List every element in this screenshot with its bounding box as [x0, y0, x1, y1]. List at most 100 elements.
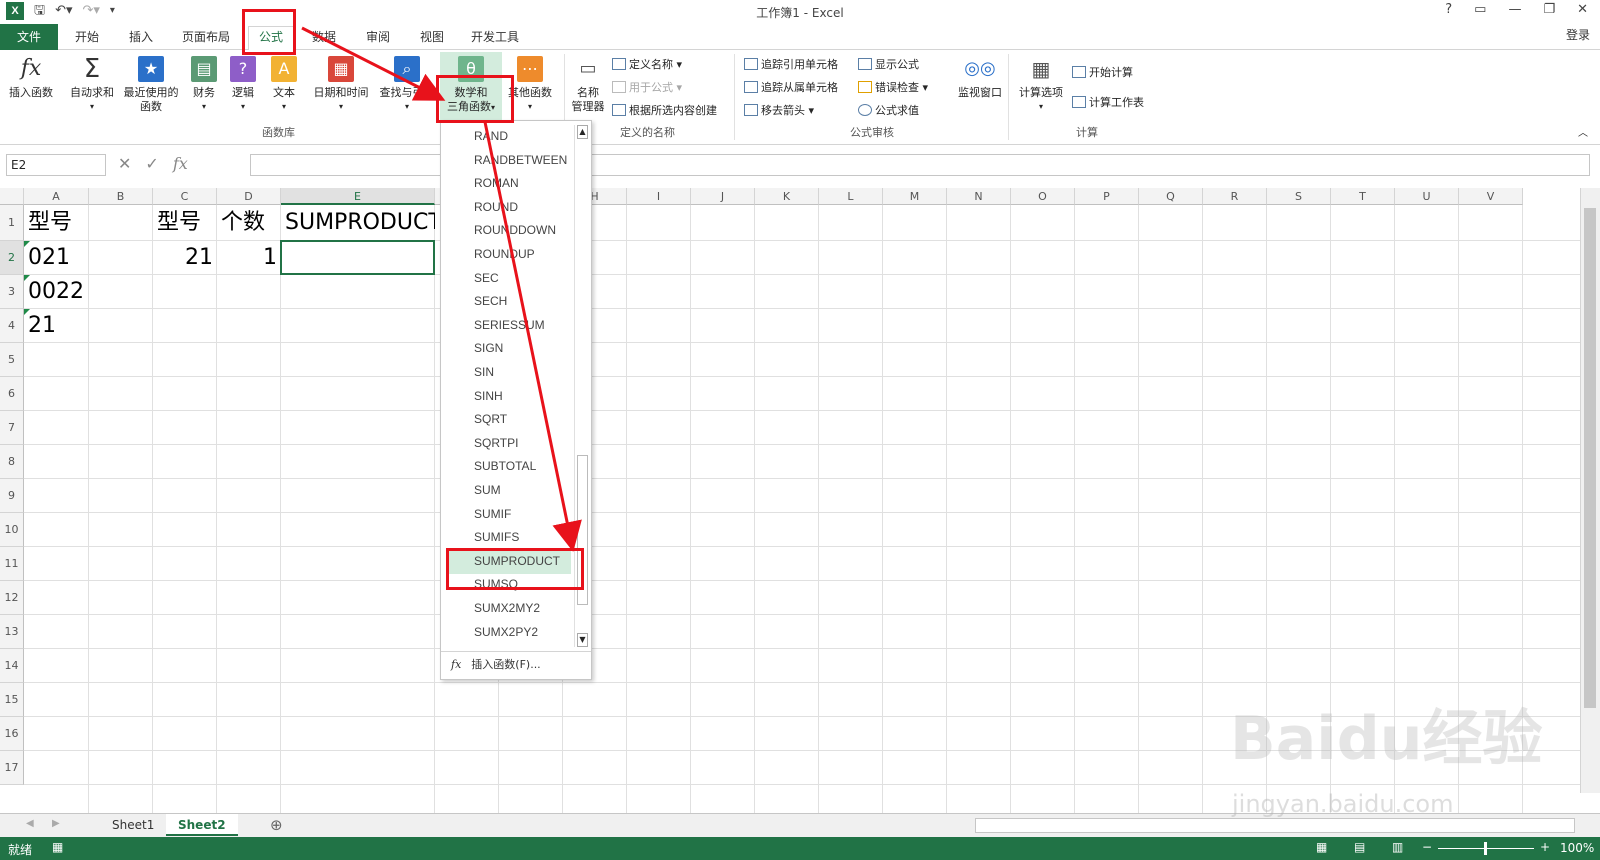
- row-header-3[interactable]: 3: [0, 275, 24, 309]
- cell-d2[interactable]: 1: [219, 243, 277, 275]
- calculation-options-button[interactable]: ▦ 计算选项 ▾: [1014, 56, 1068, 114]
- help-icon[interactable]: ?: [1445, 2, 1452, 17]
- active-cell-e2[interactable]: [280, 240, 435, 275]
- column-header-v[interactable]: V: [1459, 188, 1523, 205]
- scroll-down-icon[interactable]: ▼: [577, 633, 588, 647]
- function-item-roundup[interactable]: ROUNDUP: [441, 243, 573, 267]
- macro-record-icon[interactable]: ▦: [52, 840, 63, 854]
- zoom-level[interactable]: 100%: [1560, 841, 1594, 855]
- function-item-sign[interactable]: SIGN: [441, 337, 573, 361]
- collapse-ribbon-icon[interactable]: ︿: [1578, 124, 1588, 139]
- row-header-7[interactable]: 7: [0, 411, 24, 445]
- function-item-sumx2py2[interactable]: SUMX2PY2: [441, 621, 573, 645]
- name-manager-button[interactable]: ▭ 名称 管理器: [568, 56, 608, 114]
- column-header-l[interactable]: L: [819, 188, 883, 205]
- login-link[interactable]: 登录: [1566, 26, 1590, 43]
- row-header-1[interactable]: 1: [0, 205, 24, 241]
- enter-icon[interactable]: ✓: [145, 154, 158, 173]
- insert-function-fx-icon[interactable]: fx: [173, 154, 188, 173]
- column-header-m[interactable]: M: [883, 188, 947, 205]
- cell-a3[interactable]: 0022: [28, 277, 84, 309]
- column-header-d[interactable]: D: [217, 188, 281, 205]
- normal-view-icon[interactable]: ▦: [1316, 840, 1327, 854]
- column-header-t[interactable]: T: [1331, 188, 1395, 205]
- tab-home[interactable]: 开始: [75, 28, 99, 50]
- evaluate-formula-button[interactable]: 公式求值: [858, 102, 919, 118]
- datetime-button[interactable]: ▦ 日期和时间 ▾: [308, 56, 374, 114]
- column-header-q[interactable]: Q: [1139, 188, 1203, 205]
- add-sheet-icon[interactable]: ⊕: [258, 814, 295, 836]
- column-header-p[interactable]: P: [1075, 188, 1139, 205]
- remove-arrows-button[interactable]: 移去箭头 ▾: [744, 102, 814, 118]
- show-formulas-button[interactable]: 显示公式: [858, 56, 919, 72]
- function-item-sin[interactable]: SIN: [441, 361, 573, 385]
- cell-c1[interactable]: 型号: [157, 207, 201, 241]
- ribbon-display-icon[interactable]: ▭: [1474, 2, 1486, 17]
- row-header-4[interactable]: 4: [0, 309, 24, 343]
- trace-precedents-button[interactable]: 追踪引用单元格: [744, 56, 838, 72]
- cancel-icon[interactable]: ✕: [118, 154, 131, 173]
- error-checking-button[interactable]: 错误检查 ▾: [858, 79, 928, 95]
- function-item-randbetween[interactable]: RANDBETWEEN: [441, 149, 573, 173]
- row-header-2[interactable]: 2: [0, 241, 24, 275]
- recent-functions-button[interactable]: ★ 最近使用的 函数: [120, 56, 182, 114]
- calculate-now-button[interactable]: 开始计算: [1072, 64, 1133, 80]
- sheet-tab-sheet1[interactable]: Sheet1: [100, 814, 166, 836]
- name-box[interactable]: E2: [6, 154, 106, 176]
- define-name-button[interactable]: 定义名称 ▾: [612, 56, 682, 72]
- row-header-17[interactable]: 17: [0, 751, 24, 785]
- cell-a2[interactable]: 021: [28, 243, 70, 275]
- insert-function-menu-item[interactable]: fx 插入函数(F)...: [441, 651, 591, 679]
- horizontal-scrollbar[interactable]: [975, 818, 1575, 833]
- insert-function-button[interactable]: fx 插入函数: [4, 56, 58, 100]
- function-item-sumif[interactable]: SUMIF: [441, 503, 573, 527]
- watch-window-button[interactable]: ◎◎ 监视窗口: [954, 56, 1006, 100]
- autosum-button[interactable]: Σ 自动求和 ▾: [66, 56, 118, 114]
- column-header-a[interactable]: A: [24, 188, 89, 205]
- tab-developer[interactable]: 开发工具: [471, 28, 519, 50]
- function-item-sinh[interactable]: SINH: [441, 385, 573, 409]
- row-header-15[interactable]: 15: [0, 683, 24, 717]
- next-sheet-icon[interactable]: ▶: [52, 818, 60, 829]
- text-functions-button[interactable]: A 文本 ▾: [268, 56, 300, 114]
- restore-icon[interactable]: ❐: [1543, 2, 1555, 17]
- function-item-round[interactable]: ROUND: [441, 196, 573, 220]
- function-item-rounddown[interactable]: ROUNDDOWN: [441, 219, 573, 243]
- function-item-subtotal[interactable]: SUBTOTAL: [441, 455, 573, 479]
- financial-button[interactable]: ▤ 财务 ▾: [186, 56, 222, 114]
- column-header-k[interactable]: K: [755, 188, 819, 205]
- cell-e1[interactable]: SUMPRODUCT: [285, 207, 435, 241]
- row-header-14[interactable]: 14: [0, 649, 24, 683]
- sheet-tab-sheet2[interactable]: Sheet2: [166, 814, 238, 836]
- page-break-view-icon[interactable]: ▥: [1392, 840, 1403, 854]
- cell-a1[interactable]: 型号: [28, 207, 72, 241]
- function-item-sech[interactable]: SECH: [441, 290, 573, 314]
- cell-d1[interactable]: 个数: [221, 207, 265, 241]
- column-header-s[interactable]: S: [1267, 188, 1331, 205]
- column-header-u[interactable]: U: [1395, 188, 1459, 205]
- row-header-10[interactable]: 10: [0, 513, 24, 547]
- zoom-out-icon[interactable]: −: [1422, 840, 1432, 854]
- column-header-c[interactable]: C: [153, 188, 217, 205]
- tab-review[interactable]: 审阅: [366, 28, 390, 50]
- vertical-scrollbar[interactable]: [1580, 188, 1600, 793]
- row-header-6[interactable]: 6: [0, 377, 24, 411]
- tab-page-layout[interactable]: 页面布局: [182, 28, 230, 50]
- function-item-sec[interactable]: SEC: [441, 267, 573, 291]
- calculate-sheet-button[interactable]: 计算工作表: [1072, 94, 1144, 110]
- tab-file[interactable]: 文件: [0, 24, 58, 50]
- column-header-i[interactable]: I: [627, 188, 691, 205]
- function-item-sqrt[interactable]: SQRT: [441, 408, 573, 432]
- select-all-corner[interactable]: [0, 188, 24, 205]
- function-item-sqrtpi[interactable]: SQRTPI: [441, 432, 573, 456]
- function-item-sumifs[interactable]: SUMIFS: [441, 526, 573, 550]
- function-item-seriessum[interactable]: SERIESSUM: [441, 314, 573, 338]
- scroll-thumb[interactable]: [1584, 208, 1596, 708]
- column-header-n[interactable]: N: [947, 188, 1011, 205]
- use-in-formula-button[interactable]: 用于公式 ▾: [612, 79, 682, 95]
- logical-button[interactable]: ? 逻辑 ▾: [227, 56, 259, 114]
- cell-a4[interactable]: 21: [28, 311, 56, 343]
- row-header-12[interactable]: 12: [0, 581, 24, 615]
- scroll-up-icon[interactable]: ▲: [577, 125, 588, 139]
- create-from-selection-button[interactable]: 根据所选内容创建: [612, 102, 717, 118]
